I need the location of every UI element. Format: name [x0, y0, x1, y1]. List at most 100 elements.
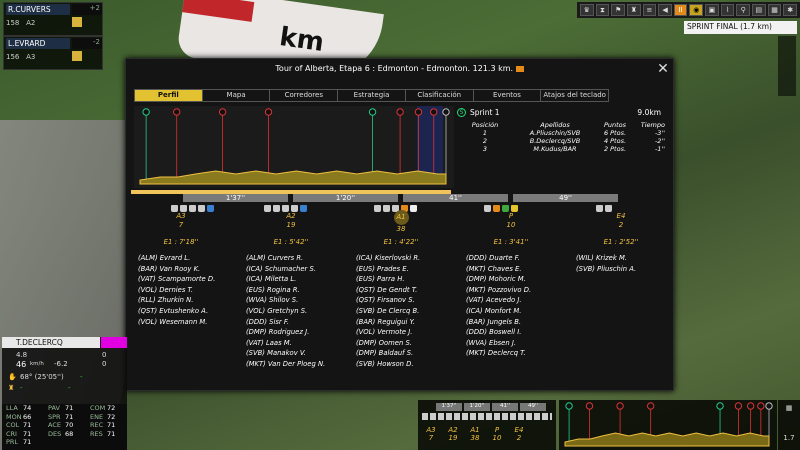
map-icon[interactable]: ▤	[752, 4, 766, 16]
rider-card-curvers[interactable]: R.CURVERS +2 158 A2	[3, 2, 103, 36]
climb-marker-icon[interactable]	[218, 108, 227, 116]
group-time: E1 : 3'41''	[493, 238, 529, 246]
close-icon[interactable]: ✕	[656, 62, 670, 76]
rider-entry[interactable]: (VOL) Vermote J.	[356, 327, 466, 338]
sprint-marker-icon[interactable]	[565, 402, 573, 410]
tab-clasificacion[interactable]: Clasificación	[406, 90, 474, 101]
side-scroll[interactable]	[778, 36, 796, 96]
rider-entry[interactable]: (MKT) Declercq T.	[466, 348, 576, 359]
rider-entry[interactable]: (MKT) Van Der Ploeg N.	[246, 359, 356, 370]
rider-entry[interactable]: (ICA) Miletta L.	[246, 274, 356, 285]
climb-marker-icon[interactable]	[616, 402, 624, 410]
tab-mapa[interactable]: Mapa	[203, 90, 271, 101]
tab-corredores[interactable]: Corredores	[270, 90, 339, 101]
rider-entry[interactable]: (MKT) Pozzovivo D.	[466, 285, 576, 296]
tab-perfil[interactable]: Perfil	[135, 90, 203, 101]
list-icon[interactable]: ≡	[642, 4, 657, 16]
hourglass-icon[interactable]: ⧗	[595, 4, 610, 16]
rider-entry[interactable]: (WVA) Ebsen J.	[466, 338, 576, 349]
rider-entry[interactable]: (EUS) Prades E.	[356, 264, 466, 275]
rider-entry[interactable]: (ICA) Monfort M.	[466, 306, 576, 317]
rider-entry[interactable]: (VOL) Dernies T.	[138, 285, 248, 296]
group-label[interactable]: A3 7	[161, 212, 201, 230]
climb-marker-icon[interactable]	[173, 108, 181, 116]
tab-atajos[interactable]: Atajos del teclado	[541, 90, 608, 101]
climb-marker-icon[interactable]	[264, 108, 273, 116]
rider-card-evrard[interactable]: L.EVRARD -2 156 A3	[3, 36, 103, 70]
group-label[interactable]: A2 19	[271, 212, 311, 230]
mini-profile[interactable]	[559, 400, 777, 450]
arrow-icon: -	[20, 384, 23, 392]
mini-group-bar[interactable]: 1'37'' 1'20'' 41'' 49'' A3 7 A2 19 A1 38 P1…	[418, 400, 556, 450]
rider-entry[interactable]: (DMP) Rodriguez J.	[246, 327, 356, 338]
climb-marker-icon[interactable]	[746, 402, 755, 410]
rider-entry[interactable]: (BAR) Jungels B.	[466, 317, 576, 328]
rider-entry[interactable]: (SVB) Manakov V.	[246, 348, 356, 359]
tab-eventos[interactable]: Eventos	[474, 90, 542, 101]
group-label[interactable]: P 10	[491, 212, 531, 230]
rider-entry[interactable]: (ICA) Kiserlovski R.	[356, 253, 466, 264]
rider-entry[interactable]: (WIL) Krizek M.	[576, 253, 686, 264]
climb-marker-icon[interactable]	[646, 402, 655, 410]
climb-marker-icon[interactable]	[414, 108, 423, 116]
group-jerseys[interactable]	[596, 205, 612, 212]
group-jerseys[interactable]	[484, 205, 518, 212]
rider-entry[interactable]: (DDD) Boswell I.	[466, 327, 576, 338]
rider-entry[interactable]: (QST) Evtushenko A.	[138, 306, 248, 317]
jersey-icon[interactable]: ♜	[626, 4, 641, 16]
group-label[interactable]: A1 38	[381, 210, 421, 234]
jersey-icon	[300, 205, 307, 212]
rider-entry[interactable]: (ALM) Curvers R.	[246, 253, 356, 264]
rider-entry[interactable]: (VOL) Gretchyn S.	[246, 306, 356, 317]
settings-icon[interactable]: ✱	[783, 4, 797, 16]
rider-entry[interactable]: (EUS) Parra H.	[356, 274, 466, 285]
group-label[interactable]: E4 2	[601, 212, 641, 230]
rider-entry[interactable]: (QST) De Gendt T.	[356, 285, 466, 296]
grid-icon[interactable]: ▦	[767, 4, 782, 16]
rider-entry[interactable]: (VAT) Scampamorte D.	[138, 274, 248, 285]
eye-icon[interactable]: ◉	[689, 4, 704, 16]
back-icon[interactable]: ◀	[658, 4, 672, 16]
group-jerseys[interactable]	[264, 205, 307, 212]
rider-entry[interactable]: (SVB) De Clercq B.	[356, 306, 466, 317]
sprint-marker-icon[interactable]	[142, 108, 150, 116]
rider-entry[interactable]: (QST) Firsanov S.	[356, 295, 466, 306]
sprint-marker-icon[interactable]	[368, 108, 377, 116]
rider-entry[interactable]: (SVB) Pliuschin A.	[576, 264, 686, 275]
road-icon[interactable]: ⌇	[720, 4, 735, 16]
finish-marker-icon[interactable]	[765, 402, 773, 410]
rider-entry[interactable]: (BAR) Van Rooy K.	[138, 264, 248, 275]
climb-marker-icon[interactable]	[430, 108, 438, 116]
climb-marker-icon[interactable]	[757, 402, 765, 410]
sprint-marker-icon[interactable]	[716, 402, 724, 410]
finish-marker-icon[interactable]	[442, 108, 450, 116]
rider-entry[interactable]: (DMP) Oomen S.	[356, 338, 466, 349]
side-controls[interactable]: ▦ 1.7	[778, 400, 800, 450]
climb-marker-icon[interactable]	[734, 402, 743, 410]
rider-entry[interactable]: (VAT) Laas M.	[246, 338, 356, 349]
climb-marker-icon[interactable]	[396, 108, 404, 116]
rider-entry[interactable]: (DMP) Mohoric M.	[466, 274, 576, 285]
group-jerseys[interactable]	[171, 205, 214, 212]
rider-entry[interactable]: (ICA) Schumacher S.	[246, 264, 356, 275]
stage-profile-chart[interactable]	[134, 106, 454, 188]
rider-entry[interactable]: (RLL) Zhurkin N.	[138, 295, 248, 306]
rider-entry[interactable]: (DDD) Duarte F.	[466, 253, 576, 264]
camera-icon[interactable]: ▣	[705, 4, 719, 16]
climb-marker-icon[interactable]	[585, 402, 594, 410]
flag-icon[interactable]: ⚑	[611, 4, 625, 16]
rider-entry[interactable]: (EUS) Rogina R.	[246, 285, 356, 296]
rider-entry[interactable]: (WVA) Shilov S.	[246, 295, 356, 306]
bike-icon[interactable]: ⚲	[736, 4, 751, 16]
rider-entry[interactable]: (DMP) Baldauf S.	[356, 348, 466, 359]
rider-entry[interactable]: (ALM) Evrard L.	[138, 253, 248, 264]
trophy-icon[interactable]: ♛	[580, 4, 594, 16]
rider-entry[interactable]: (VOL) Wesemann M.	[138, 317, 248, 328]
tab-estrategia[interactable]: Estrategia	[338, 90, 406, 101]
rider-entry[interactable]: (VAT) Acevedo J.	[466, 295, 576, 306]
pause-button[interactable]: II	[673, 4, 688, 16]
rider-entry[interactable]: (SVB) Howson D.	[356, 359, 466, 370]
rider-entry[interactable]: (MKT) Chaves E.	[466, 264, 576, 275]
rider-entry[interactable]: (BAR) Reguigui Y.	[356, 317, 466, 328]
rider-entry[interactable]: (DDD) Sisr F.	[246, 317, 356, 328]
